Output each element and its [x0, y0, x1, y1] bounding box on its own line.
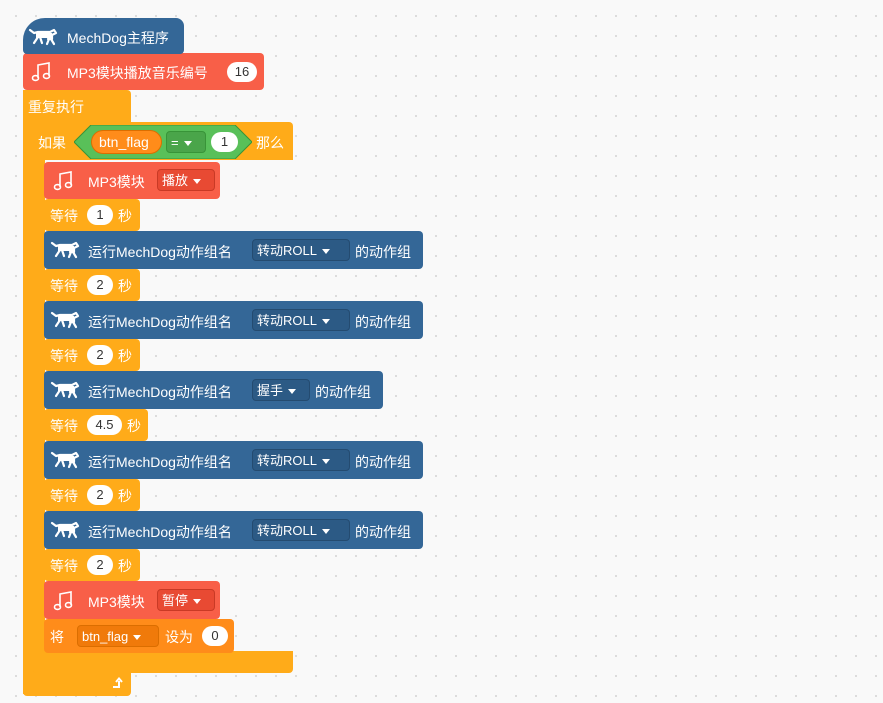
hat-title: MechDog主程序: [67, 30, 169, 46]
mp3-number-input[interactable]: 16: [227, 62, 257, 82]
mechdog-icon: [50, 381, 80, 399]
set-to-label: 设为: [165, 629, 193, 645]
sec-label-2: 秒: [118, 278, 132, 294]
wait-seconds-input-5[interactable]: 2: [87, 485, 113, 505]
action-suffix-1: 的动作组: [355, 244, 411, 260]
action-suffix-3: 的动作组: [315, 384, 371, 400]
repeat-label: 重复执行: [28, 99, 84, 115]
sec-label-4: 秒: [127, 418, 141, 434]
condition-value-input[interactable]: 1: [211, 132, 238, 152]
wait-seconds-input-4[interactable]: 4.5: [87, 415, 122, 435]
action-option-2: 转动ROLL: [257, 313, 317, 328]
if-block-bottom[interactable]: [33, 651, 293, 673]
loop-arrow-icon: [113, 677, 123, 688]
action-dropdown-5[interactable]: 转动ROLL: [252, 519, 350, 541]
sec-label-3: 秒: [118, 348, 132, 364]
operator-dropdown[interactable]: =: [166, 131, 206, 153]
music-note-icon: [31, 62, 51, 82]
wait-label-3: 等待: [50, 348, 78, 364]
set-variable-name: btn_flag: [82, 629, 129, 644]
mp3-pause-dropdown[interactable]: 暂停: [157, 589, 215, 611]
wait-seconds-input-1[interactable]: 1: [87, 205, 113, 225]
chevron-down-icon: [321, 319, 330, 325]
chevron-down-icon: [321, 529, 330, 535]
mp3-play-label: MP3模块: [88, 174, 145, 190]
action-prefix-4: 运行MechDog动作组名: [88, 454, 232, 470]
action-prefix-5: 运行MechDog动作组名: [88, 524, 232, 540]
mp3-play-dropdown[interactable]: 播放: [157, 169, 215, 191]
action-option-1: 转动ROLL: [257, 243, 317, 258]
music-note-icon: [53, 591, 73, 611]
mp3-pause-label: MP3模块: [88, 594, 145, 610]
wait-label-2: 等待: [50, 278, 78, 294]
set-variable-dropdown[interactable]: btn_flag: [77, 625, 159, 647]
condition-variable: btn_flag: [99, 134, 149, 150]
mp3-play-number-label: MP3模块播放音乐编号: [67, 65, 208, 81]
action-dropdown-1[interactable]: 转动ROLL: [252, 239, 350, 261]
mechdog-icon: [50, 521, 80, 539]
action-option-4: 转动ROLL: [257, 453, 317, 468]
operator-value: =: [171, 135, 179, 150]
action-option-3: 握手: [257, 383, 284, 398]
action-suffix-4: 的动作组: [355, 454, 411, 470]
action-dropdown-2[interactable]: 转动ROLL: [252, 309, 350, 331]
mechdog-icon: [50, 311, 80, 329]
if-label: 如果: [38, 135, 66, 151]
chevron-down-icon: [193, 599, 202, 605]
wait-label-6: 等待: [50, 558, 78, 574]
chevron-down-icon: [288, 389, 297, 395]
wait-label-4: 等待: [50, 418, 78, 434]
mechdog-icon: [50, 451, 80, 469]
chevron-down-icon: [133, 635, 142, 641]
wait-seconds-input-2[interactable]: 2: [87, 275, 113, 295]
mp3-pause-option: 暂停: [162, 593, 189, 608]
then-label: 那么: [256, 135, 284, 151]
wait-seconds-input-6[interactable]: 2: [87, 555, 113, 575]
action-prefix-1: 运行MechDog动作组名: [88, 244, 232, 260]
chevron-down-icon: [183, 141, 192, 147]
music-note-icon: [53, 171, 73, 191]
sec-label-5: 秒: [118, 488, 132, 504]
action-suffix-5: 的动作组: [355, 524, 411, 540]
action-dropdown-4[interactable]: 转动ROLL: [252, 449, 350, 471]
action-prefix-2: 运行MechDog动作组名: [88, 314, 232, 330]
set-label: 将: [50, 629, 64, 645]
action-suffix-2: 的动作组: [355, 314, 411, 330]
sec-label-1: 秒: [118, 208, 132, 224]
sec-label-6: 秒: [118, 558, 132, 574]
mechdog-icon: [28, 28, 58, 46]
action-option-5: 转动ROLL: [257, 523, 317, 538]
wait-seconds-input-3[interactable]: 2: [87, 345, 113, 365]
action-prefix-3: 运行MechDog动作组名: [88, 384, 232, 400]
wait-label-5: 等待: [50, 488, 78, 504]
mp3-play-option: 播放: [162, 173, 189, 188]
chevron-down-icon: [193, 179, 202, 185]
wait-label-1: 等待: [50, 208, 78, 224]
set-value-input[interactable]: 0: [202, 626, 228, 646]
chevron-down-icon: [321, 249, 330, 255]
action-dropdown-3[interactable]: 握手: [252, 379, 310, 401]
chevron-down-icon: [321, 459, 330, 465]
mechdog-icon: [50, 241, 80, 259]
